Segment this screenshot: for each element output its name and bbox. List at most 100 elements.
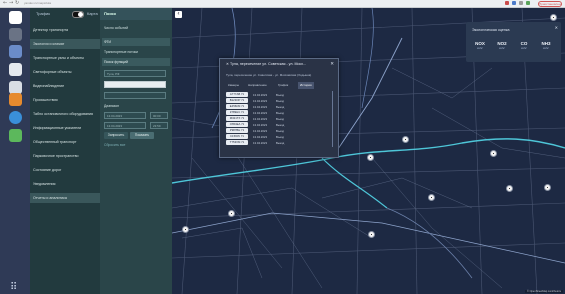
eco-value: NO2 bbox=[497, 41, 507, 46]
row-date: 13.04.2023 bbox=[253, 141, 267, 145]
eco-cell: CO мг/м³ bbox=[514, 41, 534, 50]
back-icon[interactable]: ← bbox=[3, 1, 7, 6]
plate-number: В123ОР 71 bbox=[226, 98, 248, 103]
popup-subtitle: Тула, пересечение ул. Советская - ул. Мо… bbox=[226, 73, 312, 77]
address-bar[interactable]: yandex.ru/maps/tula bbox=[24, 1, 144, 5]
close-icon[interactable]: ✕ bbox=[330, 61, 334, 67]
plate-number: Е456КМ 71 bbox=[226, 104, 248, 109]
popup-title: ✕ Тула, пересечение ул. Советская - ул. … bbox=[226, 62, 307, 66]
events-count-label[interactable]: Число событий bbox=[104, 26, 128, 30]
mode-toggle-row: Трафик Карта bbox=[30, 8, 100, 20]
spreadsheet-app-icon[interactable] bbox=[9, 129, 22, 142]
tab-history[interactable]: История bbox=[298, 82, 314, 89]
reload-icon[interactable]: ↻ bbox=[15, 1, 19, 6]
document-app-icon[interactable] bbox=[9, 63, 22, 76]
show-button[interactable]: Показать bbox=[130, 132, 154, 139]
camera-marker[interactable] bbox=[182, 226, 189, 233]
tab-direction[interactable]: Направление bbox=[246, 82, 269, 89]
mode-label-right: Карта bbox=[87, 11, 98, 16]
mode-toggle[interactable] bbox=[72, 11, 84, 18]
eco-cell: NH3 мг/м³ bbox=[536, 41, 556, 50]
section-header[interactable]: ФТИ bbox=[102, 38, 170, 46]
camera-marker[interactable] bbox=[550, 14, 557, 21]
extension-icon[interactable] bbox=[519, 1, 523, 5]
extension-icon[interactable] bbox=[505, 1, 509, 5]
browser-app-icon[interactable] bbox=[9, 111, 22, 124]
camera-marker[interactable] bbox=[368, 231, 375, 238]
sidebar-item-reports[interactable]: Отчеты и аналитика bbox=[30, 193, 100, 203]
store-app-icon[interactable] bbox=[9, 93, 22, 106]
table-row[interactable]: Т753ХМ 71 13.04.2023 Выезд bbox=[226, 140, 332, 146]
tab-chart[interactable]: График bbox=[276, 82, 290, 89]
sidebar-item-traffic-lights[interactable]: Светофорные объекты bbox=[30, 67, 100, 77]
sidebar-item-video[interactable]: Видеонаблюдение bbox=[30, 81, 100, 91]
date-to-field[interactable]: 13.04.2023 bbox=[104, 122, 146, 129]
plate-number: С159УК 71 bbox=[226, 134, 248, 139]
location-field[interactable]: Тула, РФ bbox=[104, 70, 166, 77]
reset-link[interactable]: Сбросить все bbox=[104, 143, 125, 147]
time-to-field[interactable]: 23:59 bbox=[150, 122, 168, 129]
eco-unit: мг/м³ bbox=[498, 47, 506, 50]
app-launcher-icon[interactable] bbox=[9, 11, 22, 24]
ecology-panel: Экологическая оценка ✕ NOX мг/м³ NO2 мг/м³… bbox=[466, 22, 561, 62]
ecology-title: Экологическая оценка bbox=[472, 28, 510, 32]
monitor-app-icon[interactable] bbox=[9, 45, 22, 58]
sidebar-item-road-state[interactable]: Состояние дорог bbox=[30, 165, 100, 175]
intersection-popup: ✕ Тула, пересечение ул. Советская - ул. … bbox=[219, 58, 339, 158]
eco-unit: мг/м³ bbox=[476, 47, 484, 50]
plate-number: К789НС 71 bbox=[226, 110, 248, 115]
camera-marker[interactable] bbox=[402, 136, 409, 143]
collapse-panel-button[interactable]: ‹ bbox=[175, 11, 182, 18]
sidebar-item-notifications[interactable]: Уведомления bbox=[30, 179, 100, 189]
sidebar-item-public-transport[interactable]: Общественный транспорт bbox=[30, 137, 100, 147]
files-app-icon[interactable] bbox=[9, 28, 22, 41]
browser-toolbar: ← → ↻ yandex.ru/maps/tula Приостановлено bbox=[0, 0, 565, 8]
map-attribution[interactable]: © OpenStreetMap contributors bbox=[525, 290, 563, 293]
map-view[interactable]: ‹ Экологическая оценка ✕ NOX мг/м³ NO2 мг/… bbox=[172, 8, 565, 294]
sidebar-item-incidents[interactable]: Происшествия bbox=[30, 95, 100, 105]
sidebar-item-stop-boards[interactable]: Табло остановочного оборудования bbox=[30, 109, 100, 119]
camera-marker[interactable] bbox=[428, 194, 435, 201]
tab-cameras[interactable]: Камеры bbox=[226, 82, 241, 89]
sidebar-item-parking[interactable]: Парковочное пространство bbox=[30, 151, 100, 161]
layers-sidebar: Трафик Карта Детектор транспорта Экологи… bbox=[30, 8, 100, 294]
camera-marker[interactable] bbox=[490, 150, 497, 157]
plate-number: Р987ВН 71 bbox=[226, 128, 248, 133]
search-button[interactable]: Запросить bbox=[104, 132, 128, 139]
plate-number: О654ЕА 71 bbox=[226, 122, 248, 127]
account-button[interactable]: Приостановлено bbox=[538, 1, 562, 7]
extension-icon[interactable] bbox=[512, 1, 516, 5]
forward-icon[interactable]: → bbox=[9, 1, 13, 6]
select-field[interactable] bbox=[104, 92, 166, 99]
camera-marker[interactable] bbox=[544, 184, 551, 191]
sidebar-item-ecology[interactable]: Экология и климат bbox=[30, 39, 100, 49]
eco-unit: мг/м³ bbox=[542, 47, 550, 50]
camera-marker[interactable] bbox=[367, 154, 374, 161]
range-label: Диапазон bbox=[104, 104, 120, 108]
popup-scrollbar[interactable] bbox=[332, 91, 333, 147]
eco-cell: NOX мг/м³ bbox=[470, 41, 490, 50]
close-icon[interactable]: ✕ bbox=[555, 25, 558, 30]
apps-grid-icon[interactable]: ⠿ bbox=[10, 283, 17, 293]
eco-unit: мг/м³ bbox=[520, 47, 528, 50]
sidebar-item-info-signs[interactable]: Информационные указатели bbox=[30, 123, 100, 133]
date-from-field[interactable]: 13.04.2023 bbox=[104, 112, 146, 119]
eco-value: NH3 bbox=[541, 41, 551, 46]
eco-value: CO bbox=[520, 41, 528, 46]
camera-marker[interactable] bbox=[506, 185, 513, 192]
filter-panel-title: Поиск bbox=[100, 8, 172, 20]
extension-icon[interactable] bbox=[526, 1, 530, 5]
camera-marker[interactable] bbox=[228, 210, 235, 217]
sidebar-item-detector[interactable]: Детектор транспорта bbox=[30, 25, 100, 35]
filter-panel: Поиск Число событий ФТИ Транспортные пот… bbox=[100, 8, 172, 294]
eco-cell: NO2 мг/м³ bbox=[492, 41, 512, 50]
flows-label[interactable]: Транспортные потоки bbox=[104, 50, 138, 54]
row-direction: Выезд bbox=[276, 141, 285, 145]
time-from-field[interactable]: 00:00 bbox=[150, 112, 168, 119]
plate-number: М321ТХ 71 bbox=[226, 116, 248, 121]
app-dock: ⠿ bbox=[0, 8, 30, 294]
section-header[interactable]: Поиск функций bbox=[102, 58, 170, 66]
select-field[interactable] bbox=[104, 81, 166, 88]
sidebar-item-transport-nodes[interactable]: Транспортные узлы и объекты bbox=[30, 53, 100, 63]
mode-label: Трафик bbox=[36, 11, 50, 16]
